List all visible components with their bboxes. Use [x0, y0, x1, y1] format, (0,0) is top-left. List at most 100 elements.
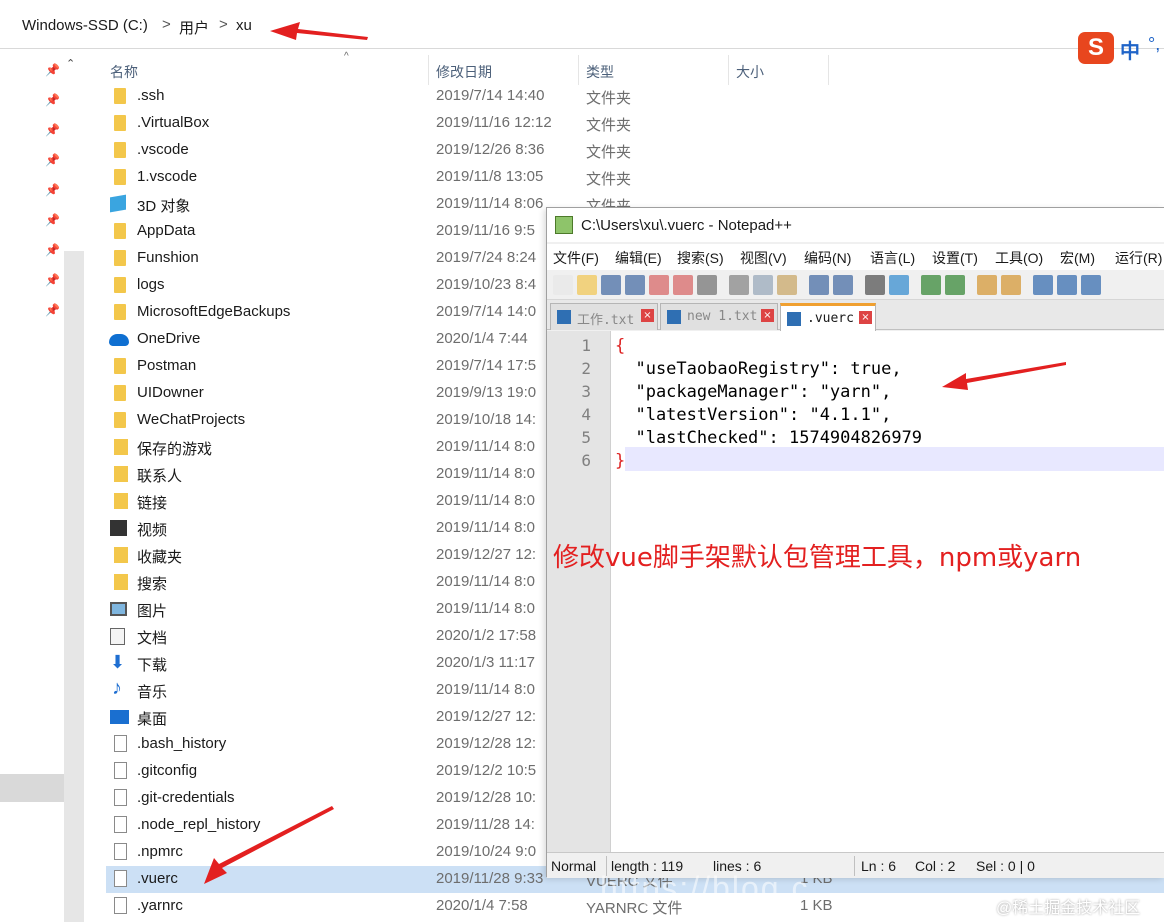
file-name: Postman [137, 357, 197, 374]
file-icon [114, 870, 127, 887]
file-row[interactable]: .vscode 2019/12/26 8:36 文件夹 [106, 137, 1164, 164]
pin-icon[interactable]: 📌 [45, 183, 60, 197]
save-state-icon [557, 310, 571, 324]
file-icon [114, 789, 127, 806]
line-number: 4 [581, 405, 591, 424]
code-line: "latestVersion": "4.1.1", [615, 405, 892, 425]
menu-bar: 文件(F) 编辑(E) 搜索(S) 视图(V) 编码(N) 语言(L) 设置(T) 工具(O)… [547, 244, 1164, 270]
column-headers: ^ 名称 修改日期 类型 大小 [86, 51, 1164, 85]
column-header-modified[interactable]: 修改日期 [436, 62, 492, 82]
sync-horizontal-icon[interactable] [1001, 275, 1021, 295]
print-icon[interactable] [697, 275, 717, 295]
file-modified-date: 2019/12/26 8:36 [436, 141, 545, 158]
pin-icon[interactable]: 📌 [45, 123, 60, 137]
tab-close-icon[interactable]: × [761, 309, 774, 322]
address-bar[interactable]: Windows-SSD (C:) > 用户 > xu [0, 5, 1164, 49]
column-header-type[interactable]: 类型 [586, 62, 614, 82]
column-divider[interactable] [828, 55, 829, 85]
show-all-chars-icon[interactable] [1057, 275, 1077, 295]
menu-item[interactable]: 搜索(S) [677, 248, 724, 268]
toolbar [547, 270, 1164, 300]
menu-item[interactable]: 语言(L) [870, 248, 915, 268]
menu-item[interactable]: 工具(O) [995, 248, 1043, 268]
file-modified-date: 2020/1/4 7:58 [436, 897, 528, 914]
word-wrap-icon[interactable] [1033, 275, 1053, 295]
breadcrumb-separator[interactable]: > [162, 16, 171, 33]
redo-icon[interactable] [833, 275, 853, 295]
pin-icon[interactable]: 📌 [45, 93, 60, 107]
file-row[interactable]: .ssh 2019/7/14 14:40 文件夹 [106, 83, 1164, 110]
replace-icon[interactable] [889, 275, 909, 295]
documents-icon [110, 628, 125, 645]
zoom-out-icon[interactable] [945, 275, 965, 295]
find-icon[interactable] [865, 275, 885, 295]
file-row[interactable]: 1.vscode 2019/11/8 13:05 文件夹 [106, 164, 1164, 191]
breadcrumb-drive[interactable]: Windows-SSD (C:) [22, 17, 148, 34]
column-header-name[interactable]: 名称 [110, 62, 138, 82]
pin-icon[interactable]: 📌 [45, 273, 60, 287]
new-file-icon[interactable] [553, 275, 573, 295]
save-state-icon [667, 310, 681, 324]
menu-item[interactable]: 宏(M) [1060, 248, 1095, 268]
breadcrumb-separator[interactable]: > [219, 16, 228, 33]
tab-close-icon[interactable]: × [641, 309, 654, 322]
file-name: .yarnrc [137, 897, 183, 914]
save-all-icon[interactable] [625, 275, 645, 295]
menu-item[interactable]: 编码(N) [804, 248, 851, 268]
nav-selected-item[interactable] [0, 774, 64, 802]
file-row[interactable]: .VirtualBox 2019/11/16 12:12 文件夹 [106, 110, 1164, 137]
close-icon[interactable] [649, 275, 669, 295]
indent-guide-icon[interactable] [1081, 275, 1101, 295]
column-divider[interactable] [728, 55, 729, 85]
undo-icon[interactable] [809, 275, 829, 295]
title-bar[interactable]: C:\Users\xu\.vuerc - Notepad++ [547, 208, 1164, 242]
tab-close-icon[interactable]: × [859, 311, 872, 324]
file-modified-date: 2019/11/16 9:5 [436, 222, 535, 239]
window-title: C:\Users\xu\.vuerc - Notepad++ [581, 217, 792, 234]
editor-tab[interactable]: new 1.txt × [660, 303, 778, 330]
menu-item[interactable]: 编辑(E) [615, 248, 662, 268]
menu-item[interactable]: 文件(F) [553, 248, 599, 268]
editor-tab[interactable]: .vuerc × [780, 303, 876, 331]
tab-label: 工作.txt [577, 313, 635, 328]
menu-item[interactable]: 设置(T) [932, 248, 978, 268]
cut-icon[interactable] [729, 275, 749, 295]
file-modified-date: 2019/11/8 13:05 [436, 168, 544, 185]
copy-icon[interactable] [753, 275, 773, 295]
zoom-in-icon[interactable] [921, 275, 941, 295]
open-file-icon[interactable] [577, 275, 597, 295]
save-icon[interactable] [601, 275, 621, 295]
menu-item[interactable]: 运行(R) [1115, 248, 1162, 268]
pin-icon[interactable]: 📌 [45, 243, 60, 257]
scroll-up-icon[interactable]: ⌃ [66, 57, 75, 70]
videos-icon [110, 520, 127, 536]
column-divider[interactable] [428, 55, 429, 85]
pin-icon[interactable]: 📌 [45, 303, 60, 317]
pin-icon[interactable]: 📌 [45, 153, 60, 167]
editor-area[interactable]: 1 {2 "useTaobaoRegistry": true, 3 "package… [547, 331, 1164, 852]
paste-icon[interactable] [777, 275, 797, 295]
file-modified-date: 2019/11/14 8:0 [436, 492, 535, 509]
nav-scrollbar[interactable] [64, 251, 84, 922]
editor-tab[interactable]: 工作.txt × [550, 303, 658, 330]
file-modified-date: 2019/10/23 8:4 [436, 276, 537, 293]
file-name: 搜索 [137, 576, 168, 593]
column-divider[interactable] [578, 55, 579, 85]
file-modified-date: 2019/11/14 8:0 [436, 465, 535, 482]
code-line: "useTaobaoRegistry": true, [615, 359, 902, 379]
pin-icon[interactable]: 📌 [45, 213, 60, 227]
column-header-size[interactable]: 大小 [736, 62, 764, 82]
menu-item[interactable]: 视图(V) [740, 248, 787, 268]
breadcrumb-xu[interactable]: xu [236, 17, 252, 34]
sync-vertical-icon[interactable] [977, 275, 997, 295]
breadcrumb-users[interactable]: 用户 [179, 17, 209, 38]
code-line: } [615, 451, 626, 471]
tab-label: .vuerc [807, 311, 854, 326]
file-name: AppData [137, 222, 196, 239]
ime-punctuation[interactable]: °, [1148, 34, 1160, 55]
file-modified-date: 2020/1/2 17:58 [436, 627, 537, 644]
file-name: .VirtualBox [137, 114, 210, 131]
file-icon [114, 843, 127, 860]
close-all-icon[interactable] [673, 275, 693, 295]
pin-icon[interactable]: 📌 [45, 63, 60, 77]
